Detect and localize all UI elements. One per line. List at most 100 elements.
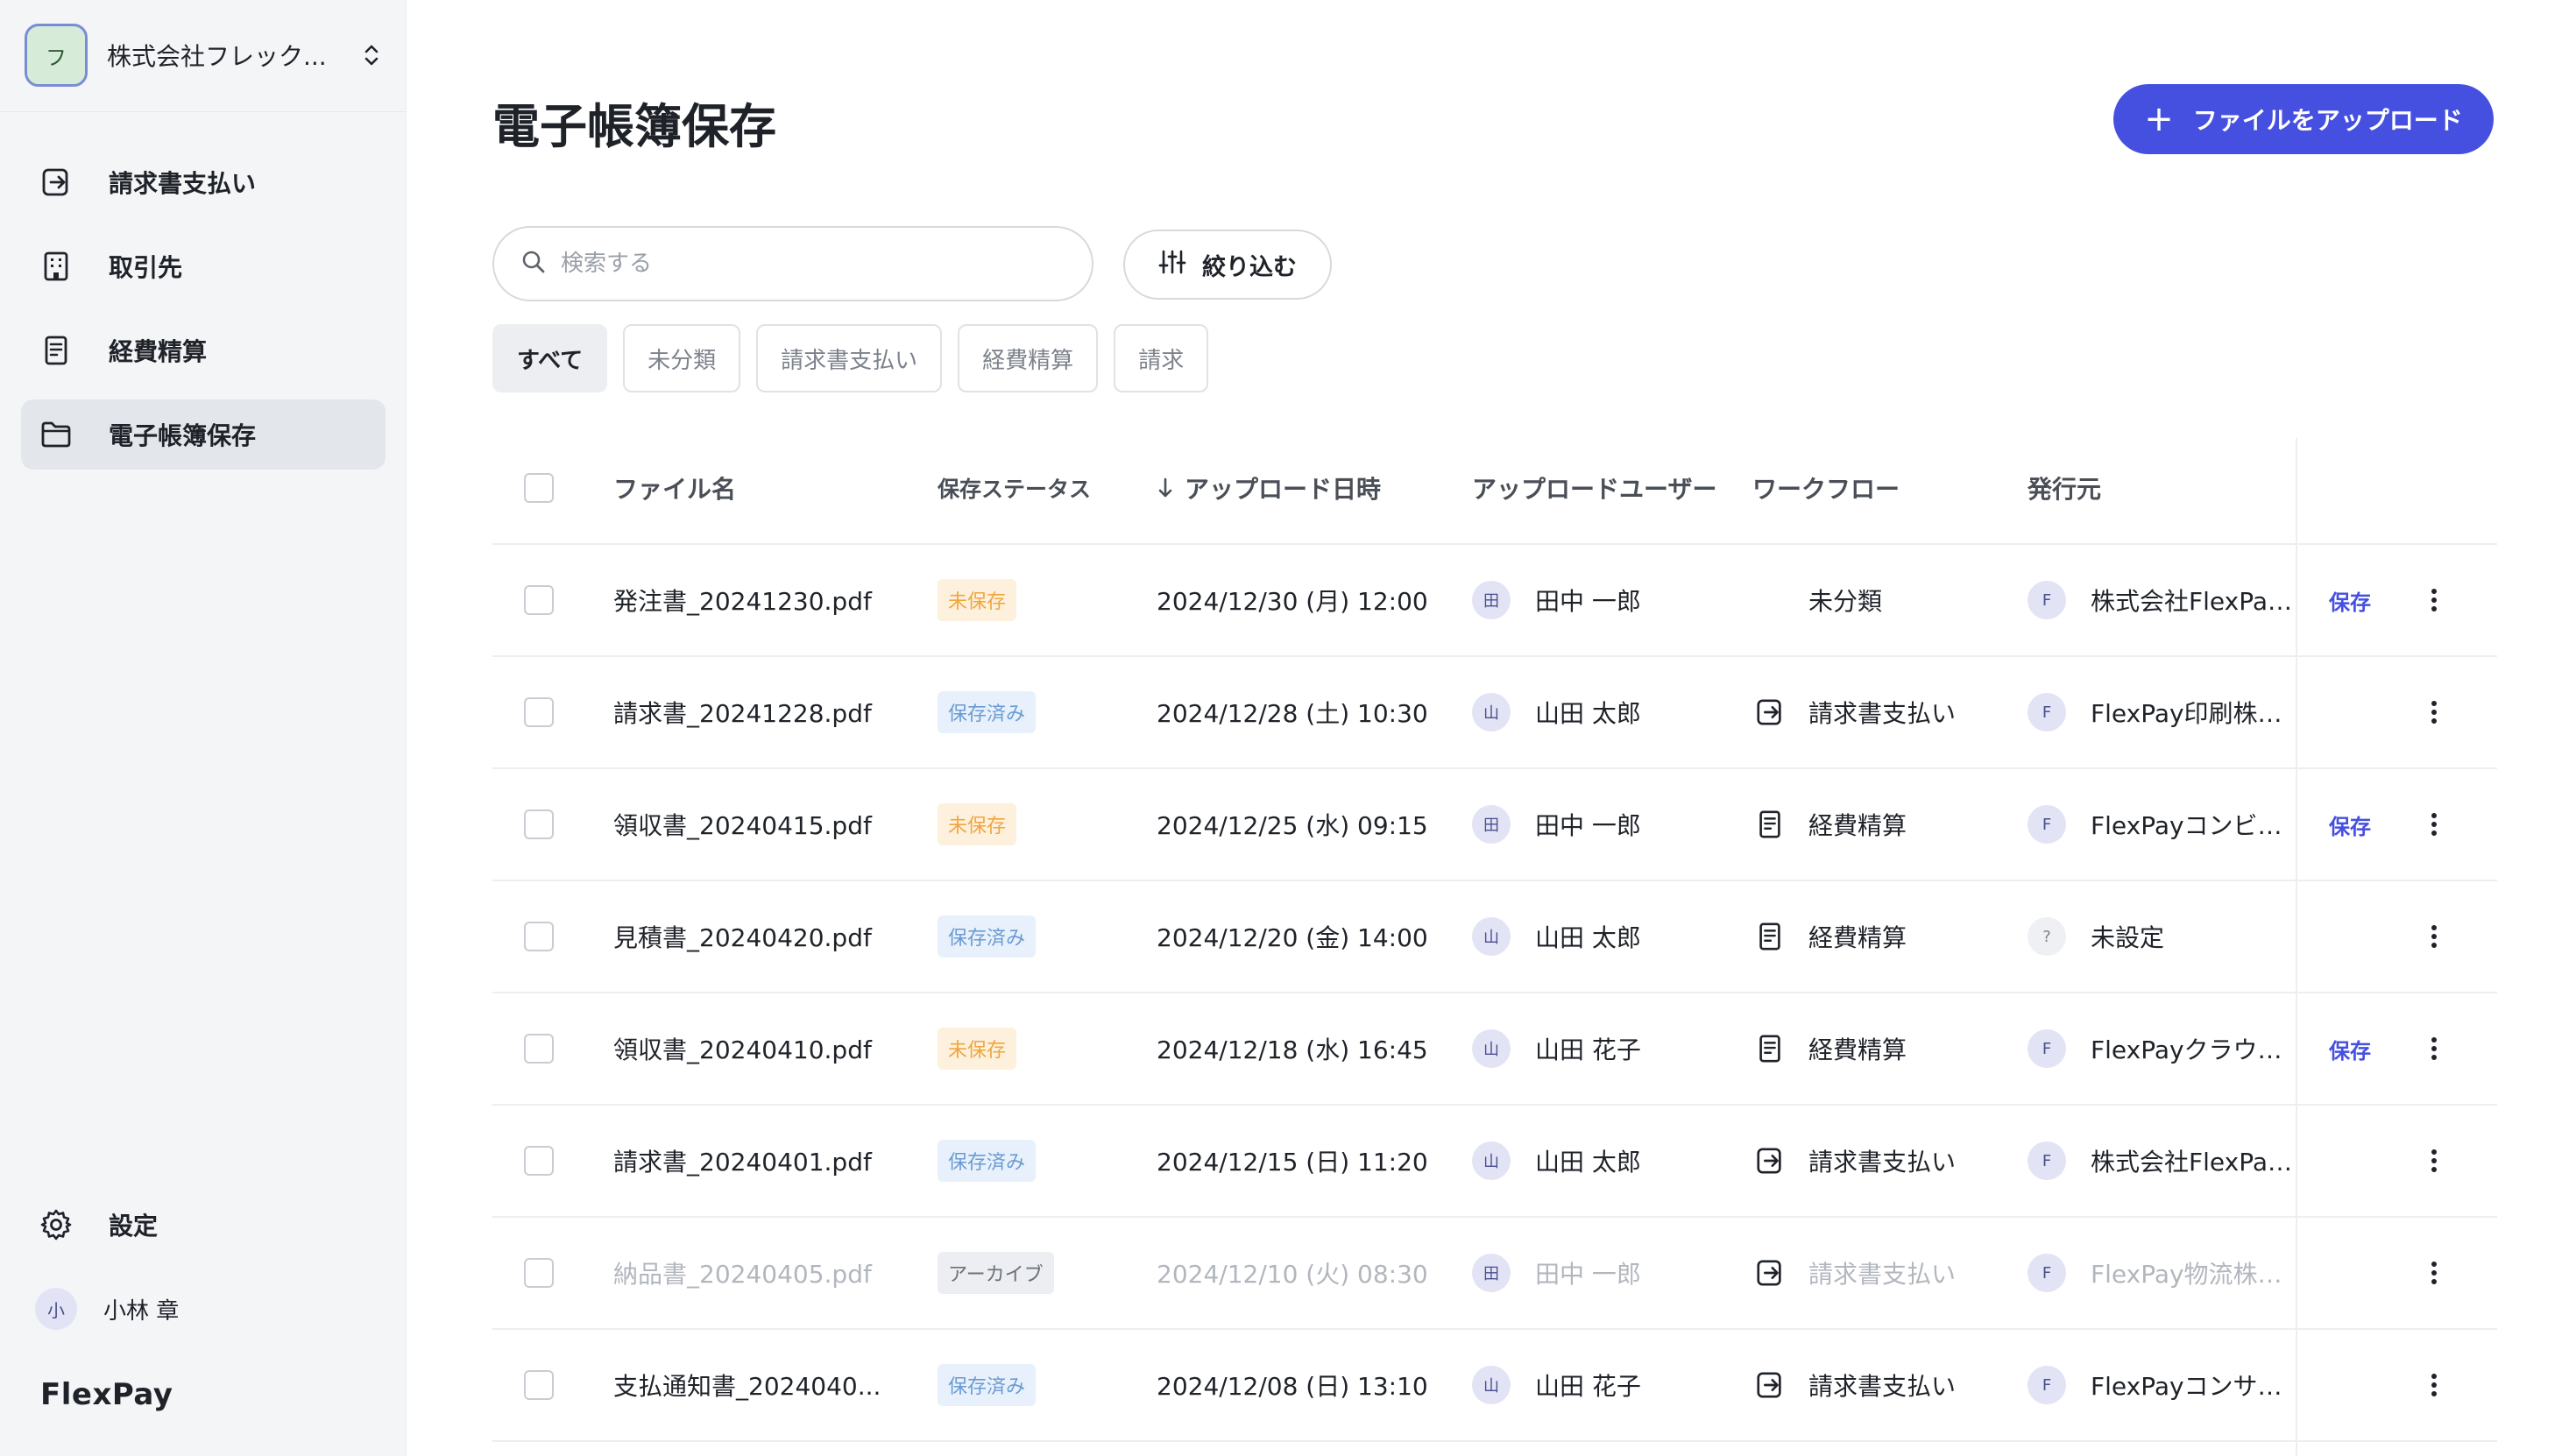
sidebar-item-settings[interactable]: 設定	[21, 1190, 386, 1260]
invoice-payment-icon	[1752, 695, 1787, 730]
more-vertical-icon[interactable]	[2408, 1148, 2460, 1174]
filter-button[interactable]: 絞り込む	[1123, 230, 1332, 300]
sidebar-item-partners[interactable]: 取引先	[21, 231, 386, 301]
file-name[interactable]: 請求書_20241228.pdf	[613, 695, 938, 730]
files-table: ファイル名 保存ステータス アップロード日時 アップロードユーザー ワークフロー…	[492, 433, 2497, 1442]
issuer-avatar: F	[2028, 805, 2066, 844]
workflow-label: 請求書支払い	[1808, 1372, 1957, 1401]
avatar: 山	[1472, 917, 1511, 956]
save-link[interactable]: 保存	[2294, 1034, 2408, 1064]
table-body: 発注書_20241230.pdf 未保存 2024/12/30 (月) 12:0…	[492, 545, 2497, 1442]
chip-billing[interactable]: 請求	[1114, 324, 1209, 392]
table-row[interactable]: 領収書_20240410.pdf 未保存 2024/12/18 (水) 16:4…	[492, 993, 2497, 1106]
more-vertical-icon[interactable]	[2408, 923, 2460, 950]
row-checkbox[interactable]	[524, 1258, 554, 1288]
row-checkbox[interactable]	[524, 697, 554, 727]
search-input[interactable]	[561, 251, 1051, 277]
more-vertical-icon[interactable]	[2408, 1035, 2460, 1062]
search-box	[492, 226, 1093, 301]
file-name[interactable]: 見積書_20240420.pdf	[613, 919, 938, 954]
receipt-icon	[1752, 1031, 1787, 1066]
more-vertical-icon[interactable]	[2408, 587, 2460, 613]
save-link[interactable]: 保存	[2294, 585, 2408, 616]
upload-date: 2024/12/10 (火) 08:30	[1157, 1260, 1428, 1289]
row-checkbox[interactable]	[524, 1370, 554, 1400]
more-vertical-icon[interactable]	[2408, 1260, 2460, 1286]
table-row[interactable]: 納品書_20240405.pdf アーカイブ 2024/12/10 (火) 08…	[492, 1218, 2497, 1330]
sidebar-item-e-books[interactable]: 電子帳簿保存	[21, 399, 386, 470]
file-name[interactable]: 請求書_20240401.pdf	[613, 1143, 938, 1178]
more-vertical-icon[interactable]	[2408, 699, 2460, 725]
select-all-checkbox[interactable]	[524, 473, 554, 503]
status-badge: 保存済み	[938, 691, 1037, 733]
upload-user: 田中 一郎	[1535, 1260, 1641, 1289]
chip-invoice-payment[interactable]: 請求書支払い	[756, 324, 943, 392]
issuer-avatar: ?	[2028, 917, 2066, 956]
column-header-file[interactable]: ファイル名	[613, 470, 938, 505]
chevron-updown-icon[interactable]	[357, 38, 386, 73]
invoice-payment-icon	[1752, 1368, 1787, 1403]
file-name[interactable]: 領収書_20240415.pdf	[613, 807, 938, 842]
filter-label: 絞り込む	[1202, 253, 1297, 281]
workflow-label: 経費精算	[1808, 1035, 1907, 1064]
workflow-label: 経費精算	[1808, 923, 1907, 952]
avatar: 山	[1472, 693, 1511, 732]
upload-date: 2024/12/30 (月) 12:00	[1157, 587, 1428, 616]
column-header-date[interactable]: アップロード日時	[1157, 470, 1472, 505]
column-header-status[interactable]: 保存ステータス	[938, 472, 1157, 504]
more-vertical-icon[interactable]	[2408, 811, 2460, 838]
sidebar-item-invoice-payment[interactable]: 請求書支払い	[21, 147, 386, 217]
table-row[interactable]: 見積書_20240420.pdf 保存済み 2024/12/20 (金) 14:…	[492, 881, 2497, 993]
column-header-user[interactable]: アップロードユーザー	[1472, 470, 1752, 505]
chip-all[interactable]: すべて	[492, 324, 608, 392]
status-badge: 保存済み	[938, 1140, 1037, 1182]
row-checkbox[interactable]	[524, 1034, 554, 1064]
table-row[interactable]: 発注書_20241230.pdf 未保存 2024/12/30 (月) 12:0…	[492, 545, 2497, 657]
avatar: 山	[1472, 1141, 1511, 1180]
user-profile[interactable]: 小 小林 章	[21, 1274, 386, 1344]
table-row[interactable]: 請求書_20240401.pdf 保存済み 2024/12/15 (日) 11:…	[492, 1106, 2497, 1218]
sort-down-arrow-icon	[1157, 477, 1174, 499]
user-name: 小林 章	[103, 1297, 180, 1325]
row-checkbox[interactable]	[524, 809, 554, 839]
sidebar: フ 株式会社フレック... 請求書支払い 取引先 経費精算 電子帳簿保存 設定 …	[0, 0, 407, 1456]
save-link[interactable]: 保存	[2294, 809, 2408, 840]
status-badge: 未保存	[938, 579, 1017, 621]
file-name[interactable]: 領収書_20240410.pdf	[613, 1031, 938, 1066]
brand-logo: FlexPay	[40, 1377, 173, 1412]
upload-file-button[interactable]: + ファイルをアップロード	[2113, 84, 2494, 154]
search-icon	[520, 249, 547, 279]
chip-unclassified[interactable]: 未分類	[623, 324, 741, 392]
upload-date: 2024/12/25 (水) 09:15	[1157, 811, 1428, 840]
plus-icon: +	[2144, 99, 2174, 139]
receipt-icon	[1752, 919, 1787, 954]
upload-user: 山田 太郎	[1535, 699, 1641, 728]
building-icon	[39, 249, 74, 284]
table-row[interactable]: 支払通知書_2024040... 保存済み 2024/12/08 (日) 13:…	[492, 1330, 2497, 1442]
workflow-label: 請求書支払い	[1808, 1148, 1957, 1177]
issuer-name: 未設定	[2091, 923, 2165, 952]
sidebar-item-expenses[interactable]: 経費精算	[21, 315, 386, 385]
table-row[interactable]: 請求書_20241228.pdf 保存済み 2024/12/28 (土) 10:…	[492, 657, 2497, 769]
chip-expenses[interactable]: 経費精算	[958, 324, 1099, 392]
invoice-payment-icon	[1752, 1255, 1787, 1290]
file-name[interactable]: 納品書_20240405.pdf	[613, 1255, 938, 1290]
upload-date: 2024/12/15 (日) 11:20	[1157, 1148, 1428, 1177]
issuer-avatar: F	[2028, 581, 2066, 619]
row-checkbox[interactable]	[524, 1146, 554, 1176]
issuer-name: FlexPay物流株式...	[2091, 1260, 2294, 1289]
row-checkbox[interactable]	[524, 585, 554, 615]
more-vertical-icon[interactable]	[2408, 1372, 2460, 1398]
receipt-icon	[39, 333, 74, 368]
avatar: 田	[1472, 1254, 1511, 1292]
status-badge: 保存済み	[938, 1364, 1037, 1406]
upload-user: 山田 花子	[1535, 1372, 1641, 1401]
column-header-issuer[interactable]: 発行元	[2028, 470, 2294, 505]
column-header-workflow[interactable]: ワークフロー	[1752, 470, 2028, 505]
org-switcher[interactable]: フ 株式会社フレック...	[25, 24, 386, 87]
page-title: 電子帳簿保存	[492, 99, 776, 154]
row-checkbox[interactable]	[524, 922, 554, 951]
file-name[interactable]: 発注書_20241230.pdf	[613, 583, 938, 618]
file-name[interactable]: 支払通知書_2024040...	[613, 1368, 938, 1403]
table-row[interactable]: 領収書_20240415.pdf 未保存 2024/12/25 (水) 09:1…	[492, 769, 2497, 881]
